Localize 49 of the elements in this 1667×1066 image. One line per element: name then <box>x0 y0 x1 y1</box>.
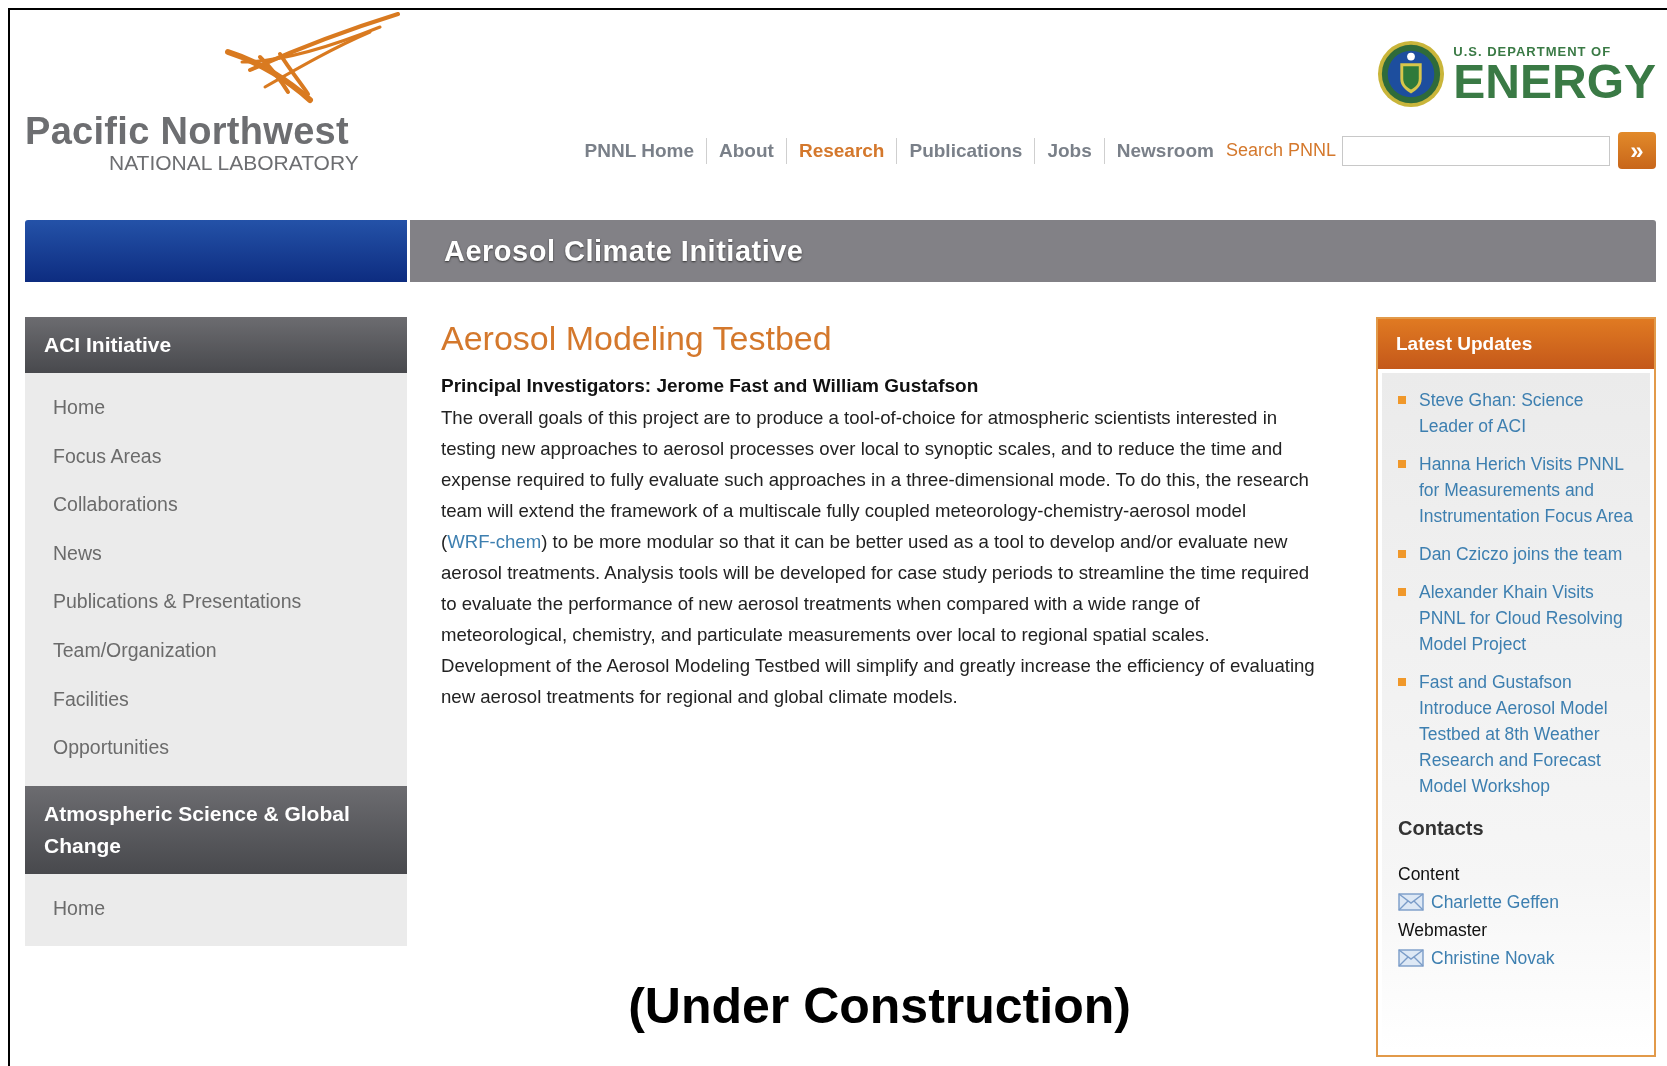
bullet-icon <box>1398 588 1406 596</box>
nav-link[interactable]: Jobs <box>1035 139 1104 162</box>
contact-link[interactable]: Charlette Geffen <box>1431 888 1560 916</box>
update-link[interactable]: Hanna Herich Visits PNNL for Measurements and Instrumentation Focus Area <box>1419 451 1636 529</box>
bullet-icon <box>1398 550 1406 558</box>
agency-overline: U.S. DEPARTMENT OF <box>1453 43 1613 59</box>
investigators-line: Principal Investigators: Jerome Fast and William Gustafson <box>441 374 980 398</box>
sidebar-link[interactable]: Team/Organization <box>25 625 407 675</box>
logo-subtitle: NATIONAL LABORATORY <box>109 151 360 175</box>
search-button[interactable]: » <box>1618 132 1656 169</box>
seal-icon <box>1377 40 1446 108</box>
nav-link[interactable]: Newsroom <box>1104 139 1226 162</box>
sidebar-link[interactable]: Home <box>25 883 407 933</box>
contacts-heading: Contacts <box>1398 817 1485 840</box>
agency-name: ENERGY <box>1453 58 1656 105</box>
update-link[interactable]: Steve Ghan: Science Leader of ACI <box>1419 387 1636 439</box>
link[interactable]: WRF-chem <box>447 531 542 552</box>
bullet-icon <box>1398 396 1406 404</box>
logo-wordmark: Pacific Northwest <box>25 111 350 151</box>
sidebar-link[interactable]: Focus Areas <box>25 431 407 481</box>
panel-title: Latest Updates <box>1396 333 1533 355</box>
contact-link[interactable]: Christine Novak <box>1431 944 1555 972</box>
update-link[interactable]: Alexander Khain Visits PNNL for Cloud Resolving Model Project <box>1419 579 1636 657</box>
sidebar-link[interactable]: Publications & Presentations <box>25 577 407 626</box>
sidebar-link[interactable]: Opportunities <box>25 723 407 772</box>
notice-text: (Under Construction) <box>627 977 1132 1035</box>
page-title: Aerosol Modeling Testbed <box>441 319 833 358</box>
banner-title: Aerosol Climate Initiative <box>444 234 804 268</box>
update-link[interactable]: Dan Cziczo joins the team <box>1419 541 1623 567</box>
contact-role: Webmaster <box>1398 919 1489 942</box>
sidebar-heading: ACI Initiative <box>25 317 407 373</box>
envelope-icon[interactable] <box>1398 893 1424 911</box>
sidebar-link[interactable]: Collaborations <box>25 480 407 529</box>
nav-link[interactable]: Publications <box>897 139 1035 162</box>
sidebar-link[interactable]: News <box>25 528 407 578</box>
search-label: Search PNNL <box>1225 140 1336 161</box>
body-paragraph: The overall goals of this project are to produce a tool-of-choice for atmospheric scientists interested in testing new approaches to aerosol processes over local to synoptic scales, and to reduce the time and expense required to fully evaluate such approaches in a three-dimensional mode. To do this, the research team will extend the framework of a multiscale fully coupled meteorology-chemistry-aerosol model (WRF-chem) to be more modular so that it can be better used as a tool to develop and/or evaluate new aerosol treatments. Analysis tools will be developed for case study periods to streamline the time required to evaluate the performance of new aerosol treatments when compared with a wide range of meteorological, chemistry, and particulate measurements over local to regional spatial scales. Development of the Aerosol Modeling Testbed will simplify and greatly increase the efficiency of evaluating new aerosol treatments for regional and global climate models. <box>441 406 1316 709</box>
nav-link[interactable]: PNNL Home <box>572 139 707 162</box>
nav-link[interactable]: About <box>707 139 786 162</box>
contact-role: Content <box>1398 863 1461 886</box>
bullet-icon <box>1398 460 1406 468</box>
envelope-icon[interactable] <box>1398 949 1424 967</box>
nav-link[interactable]: Research <box>786 139 897 162</box>
sidebar-link[interactable]: Home <box>25 383 407 432</box>
bullet-icon <box>1398 678 1406 686</box>
search-field[interactable] <box>1342 135 1610 166</box>
update-link[interactable]: Fast and Gustafson Introduce Aerosol Model Testbed at 8th Weather Research and Forecast Model Workshop <box>1419 669 1636 799</box>
sidebar-heading: Atmospheric Science & Global Change <box>25 785 407 874</box>
sidebar-link[interactable]: Facilities <box>25 674 407 724</box>
